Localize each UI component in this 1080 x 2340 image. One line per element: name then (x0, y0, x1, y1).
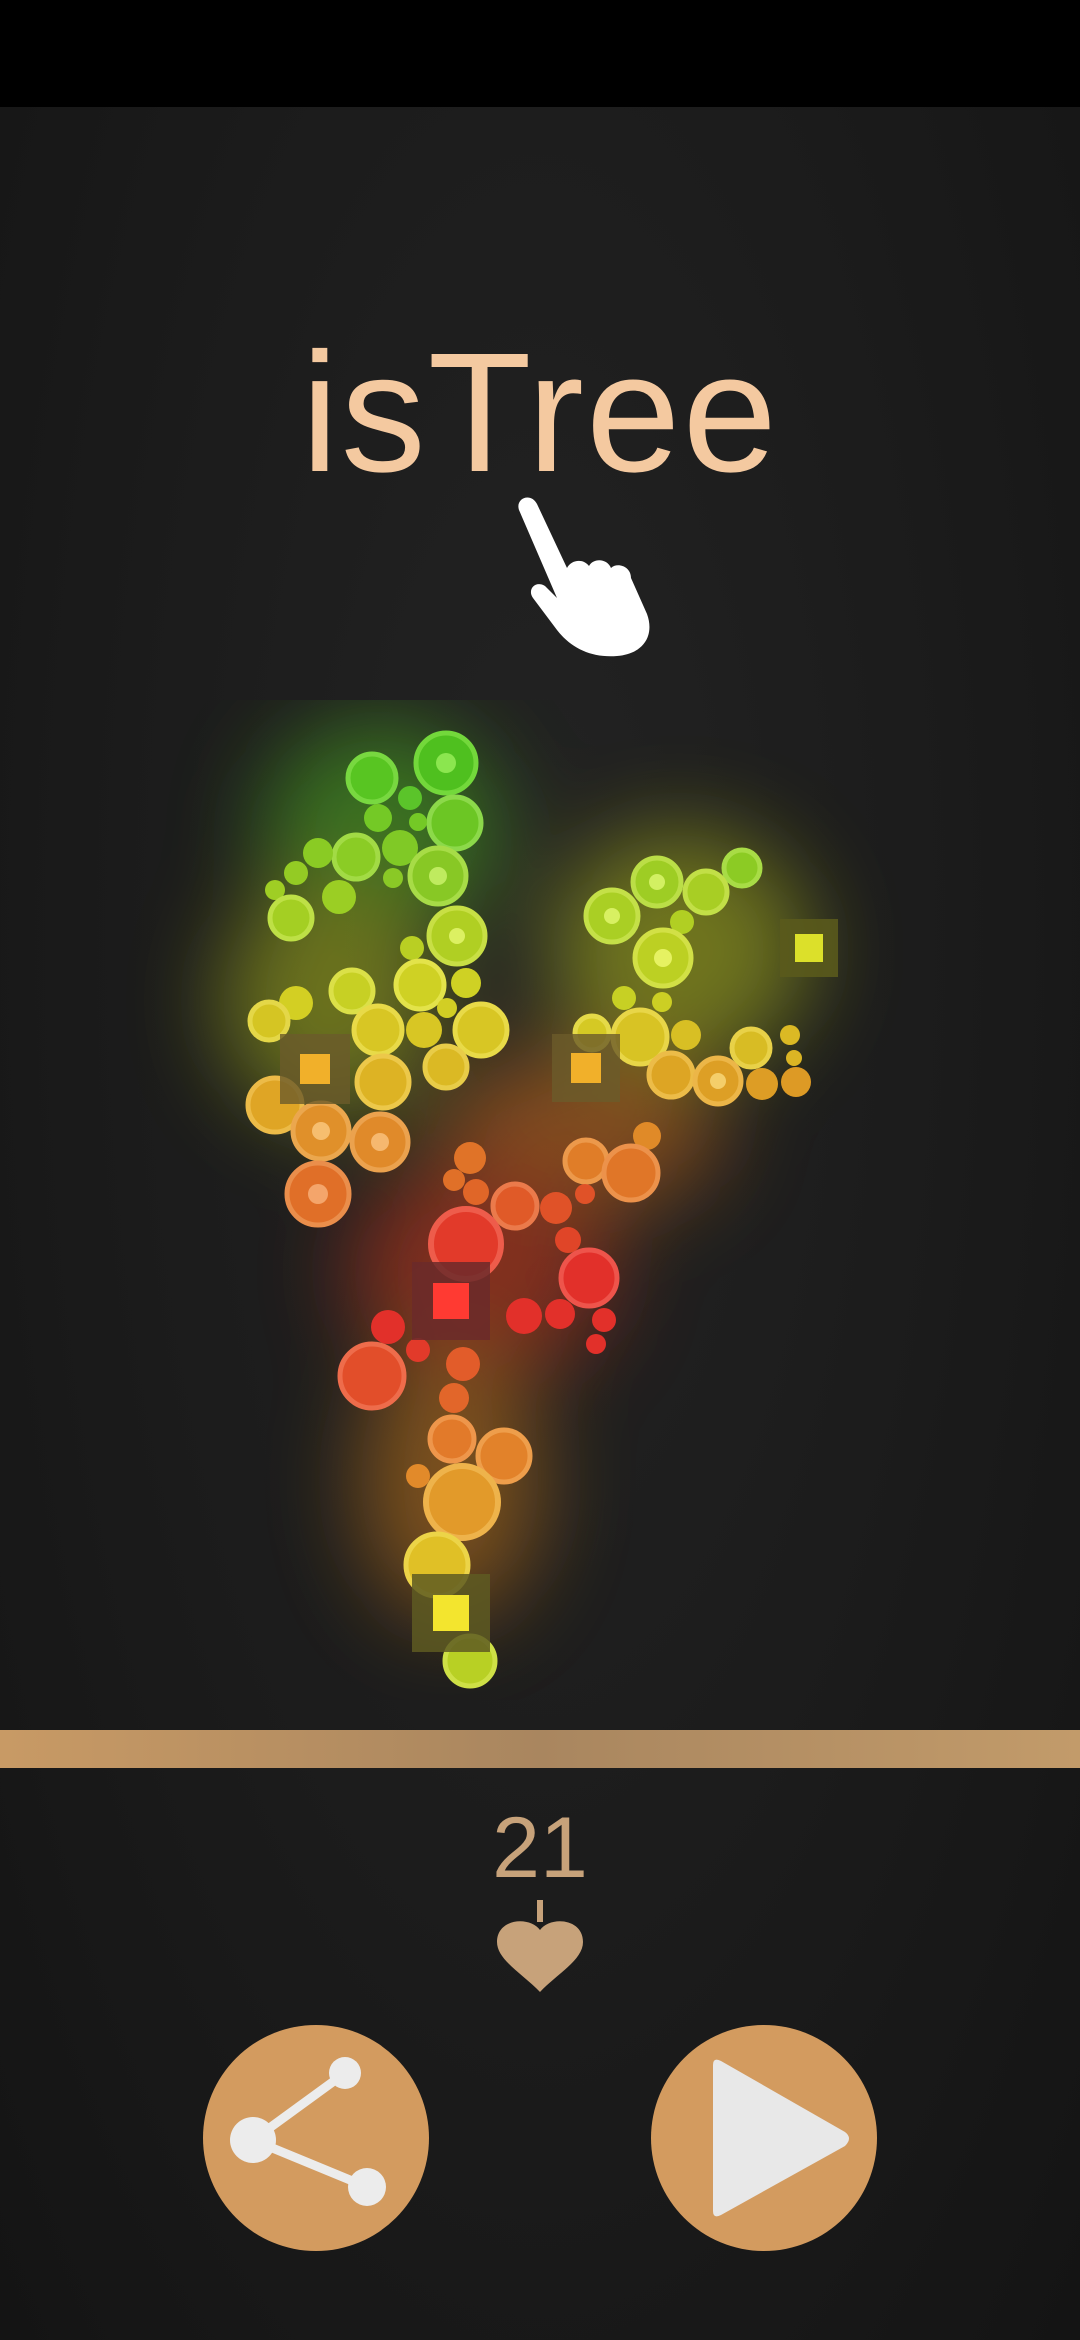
score-value: 21 (492, 1800, 588, 1896)
tap-hand-icon (518, 497, 650, 657)
play-icon (713, 2059, 849, 2217)
play-button[interactable] (651, 2025, 877, 2251)
game-screen: isTree 21 (0, 0, 1080, 2340)
leaf-icon (497, 1900, 583, 1992)
share-icon (230, 2057, 386, 2206)
status-bar (0, 0, 1080, 107)
game-title: isTree (300, 318, 779, 508)
share-button[interactable] (203, 2025, 429, 2251)
ground-line (0, 1730, 1080, 1768)
tree-illustration (220, 720, 838, 1689)
